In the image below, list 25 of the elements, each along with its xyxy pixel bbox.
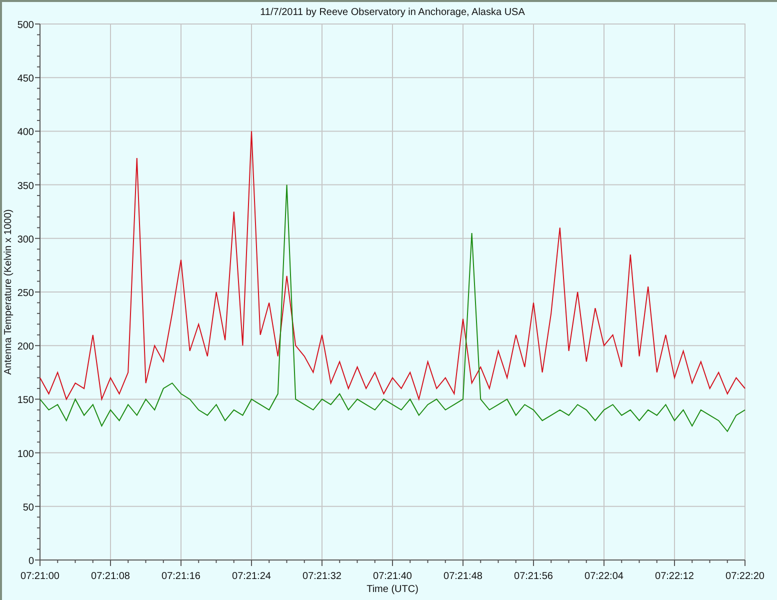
x-tick-label: 07:21:16 — [162, 571, 200, 582]
y-tick-label: 50 — [22, 502, 34, 514]
y-tick-label: 350 — [17, 180, 34, 192]
x-axis-title: Time (UTC) — [366, 584, 418, 595]
y-tick-label: 0 — [28, 556, 34, 567]
x-tick-label: 07:21:56 — [514, 571, 553, 582]
x-tick-label: 07:21:08 — [91, 571, 130, 582]
y-tick-label: 500 — [17, 20, 34, 31]
x-tick-label: 07:21:00 — [20, 571, 60, 582]
x-tick-label: 07:21:48 — [444, 571, 482, 582]
y-tick-label: 450 — [17, 74, 34, 85]
chart-title: 11/7/2011 by Reeve Observatory in Anchorage, Alaska USA — [260, 7, 525, 18]
y-tick-label: 200 — [17, 342, 34, 353]
x-tick-label: 07:21:32 — [302, 571, 342, 582]
x-tick-label: 07:21:40 — [373, 571, 412, 582]
x-tick-label: 07:22:12 — [655, 571, 694, 582]
x-tick-label: 07:22:20 — [726, 571, 764, 582]
y-tick-label: 150 — [17, 395, 34, 406]
y-tick-label: 100 — [17, 448, 34, 460]
x-tick-label: 07:21:24 — [232, 571, 271, 582]
y-tick-label: 300 — [17, 234, 34, 246]
y-tick-label: 400 — [17, 127, 34, 138]
x-tick-label: 07:22:04 — [584, 571, 624, 582]
y-tick-label: 250 — [17, 288, 34, 299]
y-axis-title: Antenna Temperature (Kelvin x 1000) — [3, 209, 14, 375]
